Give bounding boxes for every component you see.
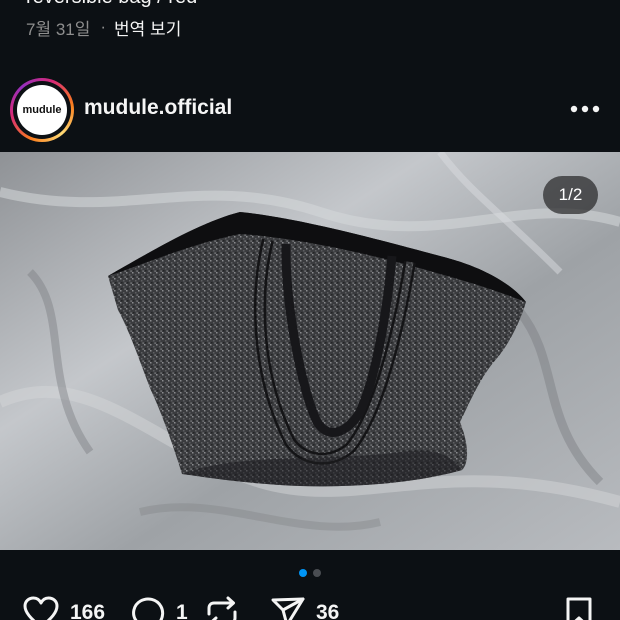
share-button[interactable]: 36 xyxy=(270,596,339,620)
comment-icon xyxy=(130,596,166,620)
like-count: 166 xyxy=(70,601,106,620)
post-header: mudule mudule.official xyxy=(0,76,620,142)
bookmark-button[interactable] xyxy=(564,596,594,620)
translate-link[interactable]: 번역 보기 xyxy=(114,15,181,40)
more-options-button[interactable] xyxy=(566,96,606,122)
carousel-dots xyxy=(0,569,620,579)
story-ring[interactable]: mudule xyxy=(10,78,74,142)
bag-photo xyxy=(0,152,620,550)
heart-icon xyxy=(22,596,60,620)
previous-post-date: 7월 31일 xyxy=(26,19,91,39)
like-button[interactable]: 166 xyxy=(22,596,105,620)
meta-separator: · xyxy=(100,17,107,36)
carousel-dot xyxy=(313,569,321,577)
post-media-image[interactable]: 1/2 xyxy=(0,152,620,550)
avatar: mudule xyxy=(17,85,67,135)
send-icon xyxy=(270,596,306,620)
username-link[interactable]: mudule.official xyxy=(84,96,232,120)
comment-button[interactable]: 1 xyxy=(130,596,188,620)
comment-count: 1 xyxy=(176,601,188,620)
share-count: 36 xyxy=(316,601,340,620)
previous-post-caption: reversible bag / red xyxy=(26,0,197,9)
previous-post-meta: 7월 31일 · 번역 보기 xyxy=(26,15,181,40)
instagram-feed-screen: reversible bag / red 7월 31일 · 번역 보기 mudu… xyxy=(0,0,620,620)
bookmark-icon xyxy=(564,596,594,620)
more-horizontal-icon xyxy=(566,96,606,122)
repost-button[interactable] xyxy=(203,596,241,620)
repost-icon xyxy=(203,596,241,620)
carousel-dot-active xyxy=(299,569,307,577)
page-indicator: 1/2 xyxy=(543,176,598,214)
avatar-gap: mudule xyxy=(13,81,71,139)
action-bar: 166 1 36 xyxy=(0,596,620,620)
